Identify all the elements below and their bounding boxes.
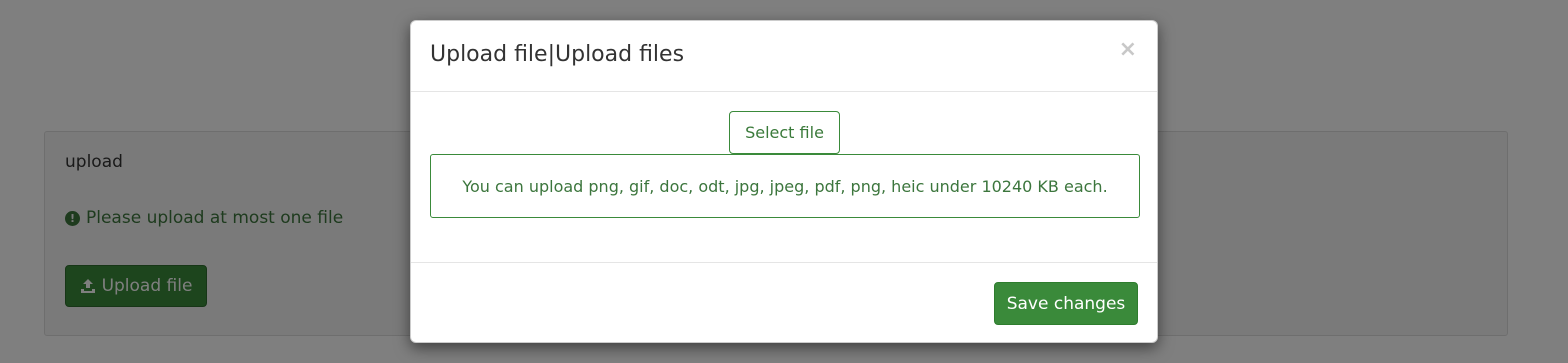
modal-title: Upload file|Upload files — [430, 42, 685, 67]
upload-modal: Upload file|Upload files × Select file Y… — [410, 20, 1158, 343]
modal-footer: Save changes — [411, 262, 1157, 344]
modal-header: Upload file|Upload files × — [411, 21, 1157, 92]
allowed-types-info: You can upload png, gif, doc, odt, jpg, … — [430, 154, 1140, 218]
close-icon[interactable]: × — [1119, 39, 1137, 61]
allowed-types-text: You can upload png, gif, doc, odt, jpg, … — [462, 176, 1108, 196]
save-changes-button[interactable]: Save changes — [994, 282, 1138, 325]
select-file-button[interactable]: Select file — [729, 111, 840, 154]
page: upload ! Please upload at most one file … — [0, 0, 1568, 363]
